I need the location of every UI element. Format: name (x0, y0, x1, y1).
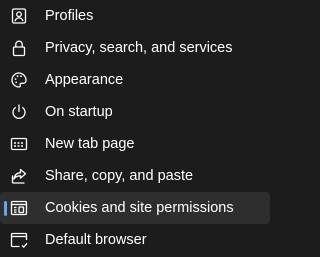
profile-icon (9, 6, 29, 26)
sidebar-item-label: Privacy, search, and services (45, 40, 233, 56)
sidebar-item-default-browser[interactable]: Default browser (0, 224, 270, 256)
settings-sidebar-nav: Profiles Privacy, search, and services A… (0, 0, 275, 256)
sidebar-item-label: On startup (45, 104, 113, 120)
sidebar-item-on-startup[interactable]: On startup (0, 96, 270, 128)
new-tab-icon (9, 134, 29, 154)
sidebar-item-label: New tab page (45, 136, 135, 152)
power-icon (9, 102, 29, 122)
sidebar-item-label: Profiles (45, 8, 94, 24)
selected-indicator (4, 201, 7, 216)
sidebar-item-cookies-site-permissions[interactable]: Cookies and site permissions (0, 192, 270, 224)
sidebar-item-label: Share, copy, and paste (45, 168, 194, 184)
site-permissions-icon (9, 198, 29, 218)
sidebar-item-new-tab-page[interactable]: New tab page (0, 128, 270, 160)
sidebar-item-appearance[interactable]: Appearance (0, 64, 270, 96)
palette-icon (9, 70, 29, 90)
sidebar-item-label: Default browser (45, 232, 147, 248)
sidebar-item-share-copy-paste[interactable]: Share, copy, and paste (0, 160, 270, 192)
default-browser-icon (9, 230, 29, 250)
sidebar-item-label: Cookies and site permissions (45, 200, 234, 216)
sidebar-item-label: Appearance (45, 72, 124, 88)
share-icon (9, 166, 29, 186)
lock-icon (9, 38, 29, 58)
sidebar-item-privacy[interactable]: Privacy, search, and services (0, 32, 270, 64)
sidebar-item-profiles[interactable]: Profiles (0, 0, 270, 32)
